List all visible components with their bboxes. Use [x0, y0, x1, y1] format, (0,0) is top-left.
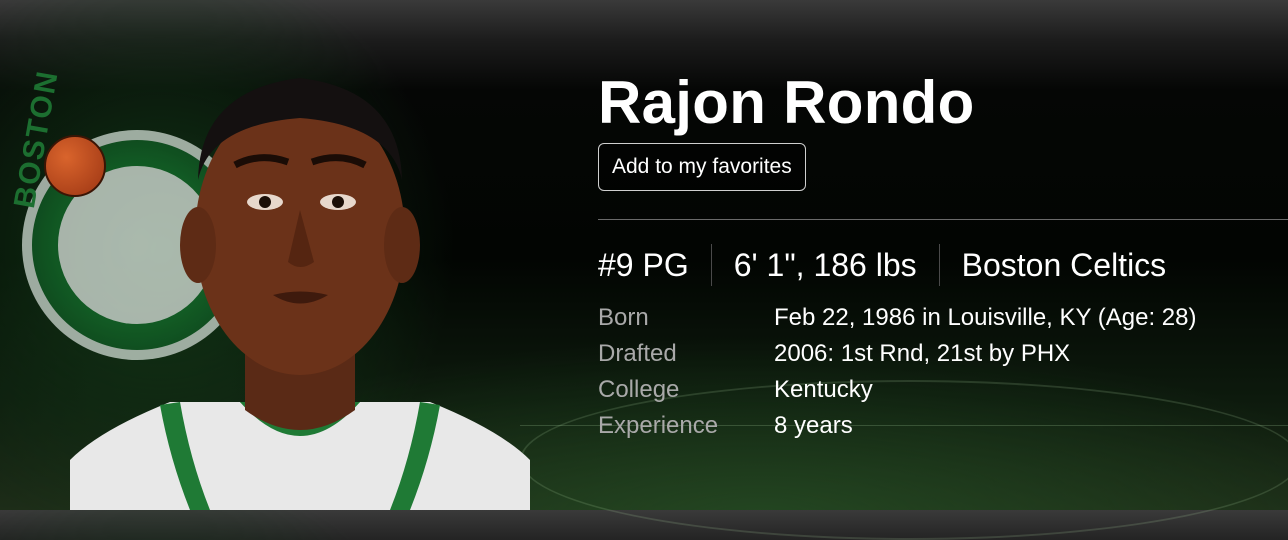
detail-label: Born [598, 304, 649, 331]
meta-separator [938, 244, 940, 286]
player-details: Born Feb 22, 1986 in Louisville, KY (Age… [598, 300, 1196, 444]
divider [598, 219, 1288, 220]
player-info: Rajon Rondo Add to my favorites #9 PG 6'… [598, 0, 1288, 510]
player-visual: BOSTON [0, 0, 560, 510]
detail-row-born: Born Feb 22, 1986 in Louisville, KY (Age… [598, 300, 1196, 336]
detail-row-experience: Experience 8 years [598, 408, 1196, 444]
detail-value: 2006: 1st Rnd, 21st by PHX [774, 340, 1071, 367]
team-link[interactable]: Boston Celtics [962, 247, 1167, 284]
player-meta: #9 PG 6' 1", 186 lbs Boston Celtics [598, 242, 1166, 288]
meta-separator [710, 244, 712, 286]
player-headshot [70, 78, 530, 510]
detail-label: College [598, 376, 680, 403]
add-to-favorites-button[interactable]: Add to my favorites [598, 143, 806, 191]
detail-row-drafted: Drafted 2006: 1st Rnd, 21st by PHX [598, 336, 1196, 372]
detail-value[interactable]: Kentucky [774, 376, 873, 404]
detail-label: Experience [598, 412, 719, 439]
detail-label: Drafted [598, 340, 677, 367]
number-position: #9 PG [598, 246, 689, 283]
height-weight: 6' 1", 186 lbs [733, 246, 917, 283]
detail-value: 8 years [774, 412, 853, 439]
player-name: Rajon Rondo [598, 69, 975, 136]
detail-row-college: College Kentucky [598, 372, 1196, 408]
detail-value: Feb 22, 1986 in Louisville, KY (Age: 28) [774, 304, 1197, 331]
